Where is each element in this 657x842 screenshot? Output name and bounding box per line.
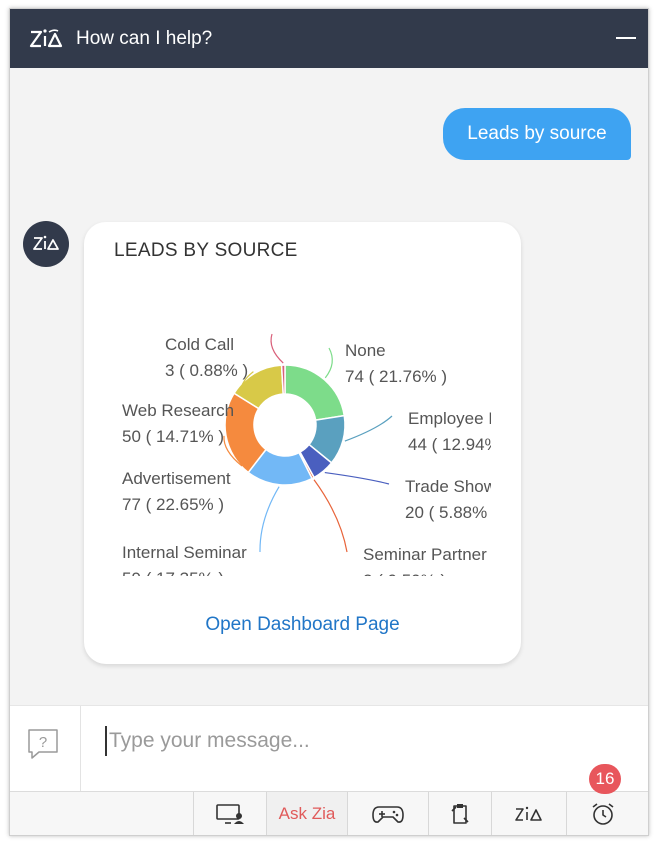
ask-zia-label: Ask Zia	[278, 804, 336, 823]
leader-line	[259, 486, 280, 553]
ask-zia-tab[interactable]: Ask Zia	[266, 792, 347, 835]
header-title: How can I help?	[76, 28, 213, 49]
leader-line	[344, 415, 393, 442]
clipboard-button[interactable]	[428, 792, 491, 835]
slice-value-label: 3 ( 0.88% )	[165, 361, 248, 380]
zia-button[interactable]	[491, 792, 566, 835]
screen-share-icon	[216, 804, 244, 824]
chat-header: How can I help?	[10, 9, 648, 68]
gamepad-icon	[372, 806, 404, 823]
slice-value-label: 59 ( 17.35% )	[122, 569, 224, 584]
slice-name-label: Internal Seminar	[122, 543, 247, 562]
chat-window: How can I help? Leads by source LEADS BY…	[9, 8, 649, 836]
slice-name-label: Advertisement	[122, 469, 231, 488]
screen-share-button[interactable]	[193, 792, 266, 835]
slice-name-label: Employee Referral	[408, 409, 521, 428]
chart-card: LEADS BY SOURCE None 74 ( 21.76% ) Employe…	[84, 222, 521, 664]
clipboard-icon	[451, 804, 469, 824]
leader-line	[313, 479, 348, 553]
svg-text:?: ?	[39, 734, 47, 751]
notification-badge: 16	[589, 764, 621, 794]
slice-name-label: Web Research	[122, 401, 234, 420]
slice-value-label: 77 ( 22.65% )	[122, 495, 224, 514]
slice-name-label: Cold Call	[165, 335, 234, 354]
slice-name-label: None	[345, 341, 386, 360]
leader-line	[324, 347, 333, 379]
zia-avatar-icon	[33, 235, 59, 250]
zia-icon	[515, 806, 542, 821]
alarm-clock-icon	[592, 803, 614, 825]
slice-value-label: 44 ( 12.94% )	[408, 435, 510, 454]
leader-line	[324, 471, 390, 485]
bot-avatar	[23, 221, 69, 267]
help-question-icon[interactable]: ?	[27, 728, 61, 760]
bottom-toolbar: Ask Zia	[10, 791, 648, 835]
card-title: LEADS BY SOURCE	[114, 240, 298, 261]
user-message-text: Leads by source	[467, 123, 607, 144]
user-message-bubble: Leads by source	[443, 108, 631, 160]
help-area: ?	[10, 706, 81, 792]
leader-line	[270, 333, 284, 364]
slice-value-label: 50 ( 14.71% )	[122, 427, 224, 446]
message-input[interactable]	[105, 726, 629, 756]
slice-name-label: Trade Show	[405, 477, 497, 496]
minimize-button[interactable]	[614, 29, 638, 43]
composer: ?	[10, 705, 648, 792]
slice-value-label: 20 ( 5.88% )	[405, 503, 498, 522]
games-button[interactable]	[347, 792, 428, 835]
zia-logo-icon	[29, 29, 63, 48]
donut-chart: None 74 ( 21.76% ) Employee Referral 44 ( 1…	[122, 333, 521, 584]
slice-value-label: 74 ( 21.76% )	[345, 367, 447, 386]
slice-name-label: Seminar Partner	[363, 545, 487, 564]
slice-value-label: 2 ( 0.59% )	[363, 571, 446, 584]
donut-slice-none[interactable]	[284, 364, 346, 421]
reminders-button[interactable]	[566, 792, 639, 835]
open-dashboard-link[interactable]: Open Dashboard Page	[84, 614, 521, 636]
